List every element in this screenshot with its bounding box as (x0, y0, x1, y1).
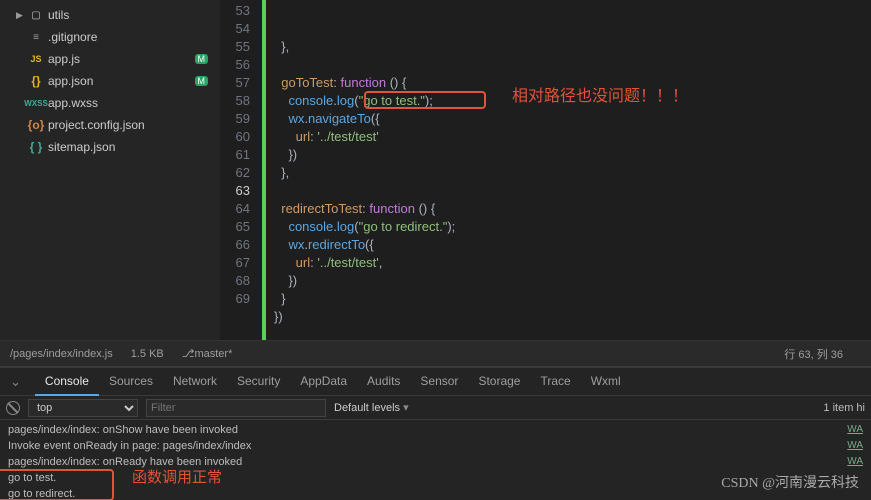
console-toolbar: top Default levels 1 item hi (0, 396, 871, 420)
context-select[interactable]: top (28, 399, 138, 417)
tab-wxml[interactable]: Wxml (581, 368, 631, 396)
code-area[interactable]: }, goToTest: function () { console.log("… (266, 0, 871, 340)
file-sitemap-json[interactable]: { }sitemap.json (0, 136, 220, 158)
highlight-url-box (364, 91, 486, 109)
clear-console-icon[interactable] (6, 401, 20, 415)
file--gitignore[interactable]: .gitignore (0, 26, 220, 48)
console-log-row: Invoke event onReady in page: pages/inde… (8, 438, 863, 454)
devtools-tabs: ⌄ ConsoleSourcesNetworkSecurityAppDataAu… (0, 368, 871, 396)
tab-network[interactable]: Network (163, 368, 227, 396)
tab-sources[interactable]: Sources (99, 368, 163, 396)
collapse-icon[interactable]: ⌄ (10, 374, 21, 390)
filter-input[interactable] (146, 399, 326, 417)
code-editor[interactable]: 5354555657585960616263646566676869 }, go… (220, 0, 871, 340)
tab-sensor[interactable]: Sensor (410, 368, 468, 396)
tab-console[interactable]: Console (35, 368, 99, 396)
file-app-wxss[interactable]: WXSSapp.wxss (0, 92, 220, 114)
log-levels-select[interactable]: Default levels (334, 401, 409, 414)
status-size: 1.5 KB (131, 348, 164, 360)
status-path: /pages/index/index.js (10, 348, 113, 360)
tab-storage[interactable]: Storage (468, 368, 530, 396)
status-branch[interactable]: ⎇ master* (182, 347, 233, 360)
file-utils[interactable]: ▶utils (0, 4, 220, 26)
console-log-row: pages/index/index: onReady have been inv… (8, 454, 863, 470)
file-explorer: ▶utils.gitignoreJSapp.jsM{}app.jsonMWXSS… (0, 0, 220, 340)
console-log-row: go to redirect. (8, 486, 863, 500)
line-gutter: 5354555657585960616263646566676869 (220, 0, 266, 340)
file-app-json[interactable]: {}app.jsonM (0, 70, 220, 92)
annotation-function-call: 函数调用正常 (132, 470, 222, 486)
highlight-log-box (0, 469, 114, 500)
tab-audits[interactable]: Audits (357, 368, 410, 396)
hidden-items-label: 1 item hi (823, 402, 865, 414)
annotation-relative-path: 相对路径也没问题！！！ (512, 88, 688, 106)
tab-trace[interactable]: Trace (530, 368, 580, 396)
tab-appdata[interactable]: AppData (290, 368, 357, 396)
devtools-panel: ⌄ ConsoleSourcesNetworkSecurityAppDataAu… (0, 366, 871, 500)
console-output[interactable]: pages/index/index: onShow have been invo… (0, 420, 871, 500)
console-log-row: pages/index/index: onShow have been invo… (8, 422, 863, 438)
file-app-js[interactable]: JSapp.jsM (0, 48, 220, 70)
tab-security[interactable]: Security (227, 368, 290, 396)
file-project-config-json[interactable]: {o}project.config.json (0, 114, 220, 136)
